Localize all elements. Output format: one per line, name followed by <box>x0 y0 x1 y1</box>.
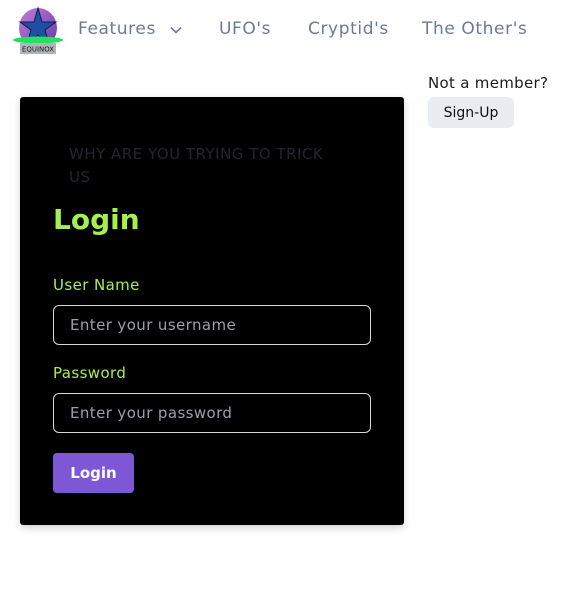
nav-features-label: Features <box>78 19 156 39</box>
equinox-logo[interactable]: EQUINOX <box>12 5 64 57</box>
warning-message: WHY ARE YOU TRYING TO TRICK US <box>69 145 324 186</box>
password-label: Password <box>53 364 127 382</box>
signup-button[interactable]: Sign-Up <box>428 97 514 128</box>
equinox-logo-icon: EQUINOX <box>13 6 63 54</box>
top-navigation: EQUINOX Features UFO's Cryptid's The Oth… <box>0 0 584 64</box>
nav-features[interactable]: Features <box>78 19 182 39</box>
username-label: User Name <box>53 276 140 294</box>
password-input[interactable] <box>53 393 371 433</box>
not-a-member-text: Not a member? <box>428 74 549 92</box>
svg-text:EQUINOX: EQUINOX <box>22 46 54 54</box>
login-title: Login <box>53 203 140 236</box>
nav-the-others[interactable]: The Other's <box>422 19 527 39</box>
nav-ufos[interactable]: UFO's <box>219 19 271 39</box>
nav-cryptids[interactable]: Cryptid's <box>308 19 389 39</box>
login-button[interactable]: Login <box>53 453 134 493</box>
chevron-down-icon <box>170 19 182 39</box>
login-card: WHY ARE YOU TRYING TO TRICK US Login Use… <box>20 97 404 525</box>
username-input[interactable] <box>53 305 371 345</box>
